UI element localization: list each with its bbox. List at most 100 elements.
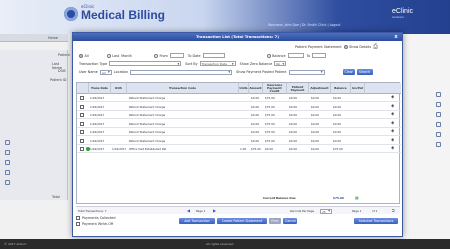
table-row[interactable]: 1/16/2017 Patient Statement Charge $0.00 $7…: [77, 94, 401, 102]
view-icon[interactable]: ◈: [391, 145, 394, 153]
from-radio[interactable]: [153, 53, 158, 58]
col-adjustment[interactable]: Adjustment: [309, 83, 331, 94]
cell-balance: $0.00: [333, 138, 342, 143]
balance-total-row: Current Balance Due $75.00 ▦: [77, 193, 401, 203]
create-statement-button[interactable]: Create Patient Statement: [217, 218, 267, 224]
cell-trans-date: 1/16/2017: [90, 130, 105, 134]
add-transaction-button[interactable]: Add Transaction: [179, 218, 215, 224]
view-icon[interactable]: ◈: [391, 103, 394, 111]
cell-amount: $0.00: [251, 96, 260, 100]
selected-transactions-button[interactable]: Selected Transactions: [354, 218, 398, 224]
col-units[interactable]: Units: [239, 83, 249, 94]
brand-logo: eClinic solutions: [392, 8, 413, 19]
col-dos[interactable]: DOS: [111, 83, 127, 94]
app-logo[interactable]: eClinic Medical Billing: [64, 5, 165, 22]
page-indicator: Page 1: [196, 209, 206, 213]
table-row[interactable]: 1/16/2017 Patient Statement Charge $0.00 $7…: [77, 103, 401, 111]
to-date-input[interactable]: [202, 53, 225, 58]
to-date-label: To Date: [187, 53, 201, 58]
balance-from-input[interactable]: [287, 53, 304, 58]
table-row[interactable]: 1/16/2017 Patient Statement Charge $0.00 $7…: [77, 111, 401, 119]
cell-units: [240, 111, 249, 119]
last-radio[interactable]: [106, 53, 111, 58]
from-date-input[interactable]: [169, 53, 184, 58]
row-checkbox[interactable]: [80, 113, 84, 117]
bg-edit-icon[interactable]: [436, 122, 441, 127]
view-icon[interactable]: ◈: [391, 111, 394, 119]
cell-trans-date: 1/16/2017: [90, 96, 105, 100]
bg-edit-icon[interactable]: [436, 102, 441, 107]
cancel-button[interactable]: Cancel: [283, 218, 297, 224]
table-row[interactable]: 1/16/2017 Patient Statement Charge $0.00 $7…: [77, 128, 401, 136]
cell-pat-pay: $0.00: [289, 130, 298, 134]
col-select: [77, 83, 89, 94]
close-icon[interactable]: x: [393, 34, 399, 40]
view-icon[interactable]: ◈: [391, 94, 394, 102]
dialog-footer: Payments Collected Payment Write-Off Add…: [76, 216, 400, 236]
view-icon[interactable]: ◈: [391, 128, 394, 136]
row-checkbox[interactable]: [80, 104, 84, 109]
show-details-radio[interactable]: [343, 45, 348, 49]
table-row[interactable]: 1/16/2017 Patient Statement Charge $0.00 $7…: [77, 137, 401, 145]
last-value: Month: [121, 53, 132, 58]
balance-radio[interactable]: [266, 53, 271, 58]
bg-edit-icon[interactable]: [436, 142, 441, 147]
posted-patient-select[interactable]: [288, 69, 325, 75]
logo-icon: [64, 6, 78, 21]
col-trans-date[interactable]: Trans Date: [89, 83, 111, 94]
cell-dos: [112, 94, 127, 102]
all-radio[interactable]: [79, 53, 83, 58]
bg-edit-icon[interactable]: [436, 112, 441, 117]
bg-checkbox-icon[interactable]: [5, 140, 10, 145]
bg-label-total: Total: [52, 195, 60, 199]
spreadsheet-icon[interactable]: ▦: [355, 194, 359, 202]
bg-edit-icon[interactable]: [436, 92, 441, 97]
col-patient-payment[interactable]: Patient Payment: [287, 83, 309, 94]
table-row[interactable]: 1/16/2017 Patient Statement Charge $0.00 $7…: [77, 120, 401, 128]
cell-dos: 1/16/2017: [112, 147, 127, 151]
bg-checkbox-icon[interactable]: [5, 170, 10, 175]
go-page-icon[interactable]: ➲: [391, 207, 395, 215]
transaction-type-select[interactable]: [109, 61, 182, 66]
balance-to-input[interactable]: [312, 53, 327, 58]
view-icon[interactable]: ◈: [391, 120, 394, 128]
col-insurance-payment[interactable]: Insurance Payment/ Credit: [263, 83, 287, 94]
records-per-page-select[interactable]: 25: [320, 208, 332, 214]
row-checkbox[interactable]: [80, 147, 84, 151]
user-name-select[interactable]: All: [99, 69, 112, 75]
row-checkbox[interactable]: [80, 121, 84, 126]
table-row[interactable]: 1/16/2017 1/16/2017 Office Visit Establish…: [77, 145, 401, 153]
bg-checkbox-icon[interactable]: [5, 160, 10, 165]
header-user-info[interactable]: Welcome, John Doe | Dr. Smith Clinic | L…: [268, 23, 340, 27]
bg-checkbox-icon[interactable]: [5, 180, 10, 185]
print-button[interactable]: Print: [269, 218, 281, 224]
payments-collected-label: Payments Collected: [82, 216, 116, 220]
cell-ins-pay: $75.00: [265, 96, 275, 100]
show-zero-select[interactable]: No: [274, 61, 287, 66]
from-label: From: [159, 53, 168, 58]
bg-edit-icon[interactable]: [436, 132, 441, 137]
row-checkbox[interactable]: [80, 138, 84, 143]
search-button[interactable]: Search: [356, 69, 373, 75]
table-header: Trans Date DOS Transaction Code Units Am…: [77, 83, 401, 94]
view-icon[interactable]: ◈: [391, 137, 394, 145]
next-page-icon[interactable]: ▶: [213, 207, 216, 215]
prev-page-icon[interactable]: ◀: [187, 207, 190, 215]
cell-trans-date: 1/16/2017: [90, 147, 105, 151]
clear-button[interactable]: Clear: [342, 69, 355, 75]
cell-dos: [112, 137, 127, 145]
row-checkbox[interactable]: [80, 130, 84, 134]
payments-collected-checkbox[interactable]: [76, 216, 80, 220]
home-tab[interactable]: Home: [0, 34, 68, 42]
print-icon[interactable]: ⎙: [373, 43, 378, 51]
col-transaction-code[interactable]: Transaction Code: [127, 83, 239, 94]
bg-checkbox-icon[interactable]: [5, 150, 10, 155]
sort-by-select[interactable]: Transaction Date: [199, 61, 236, 66]
location-select[interactable]: [130, 69, 233, 75]
col-ins-pat[interactable]: Ins/Pat: [351, 83, 365, 94]
cell-code: Office Visit Established Pat: [129, 147, 167, 151]
col-amount[interactable]: Amount: [249, 83, 263, 94]
row-checkbox[interactable]: [80, 96, 84, 100]
write-off-checkbox[interactable]: [76, 222, 80, 226]
col-balance[interactable]: Balance: [331, 83, 351, 94]
